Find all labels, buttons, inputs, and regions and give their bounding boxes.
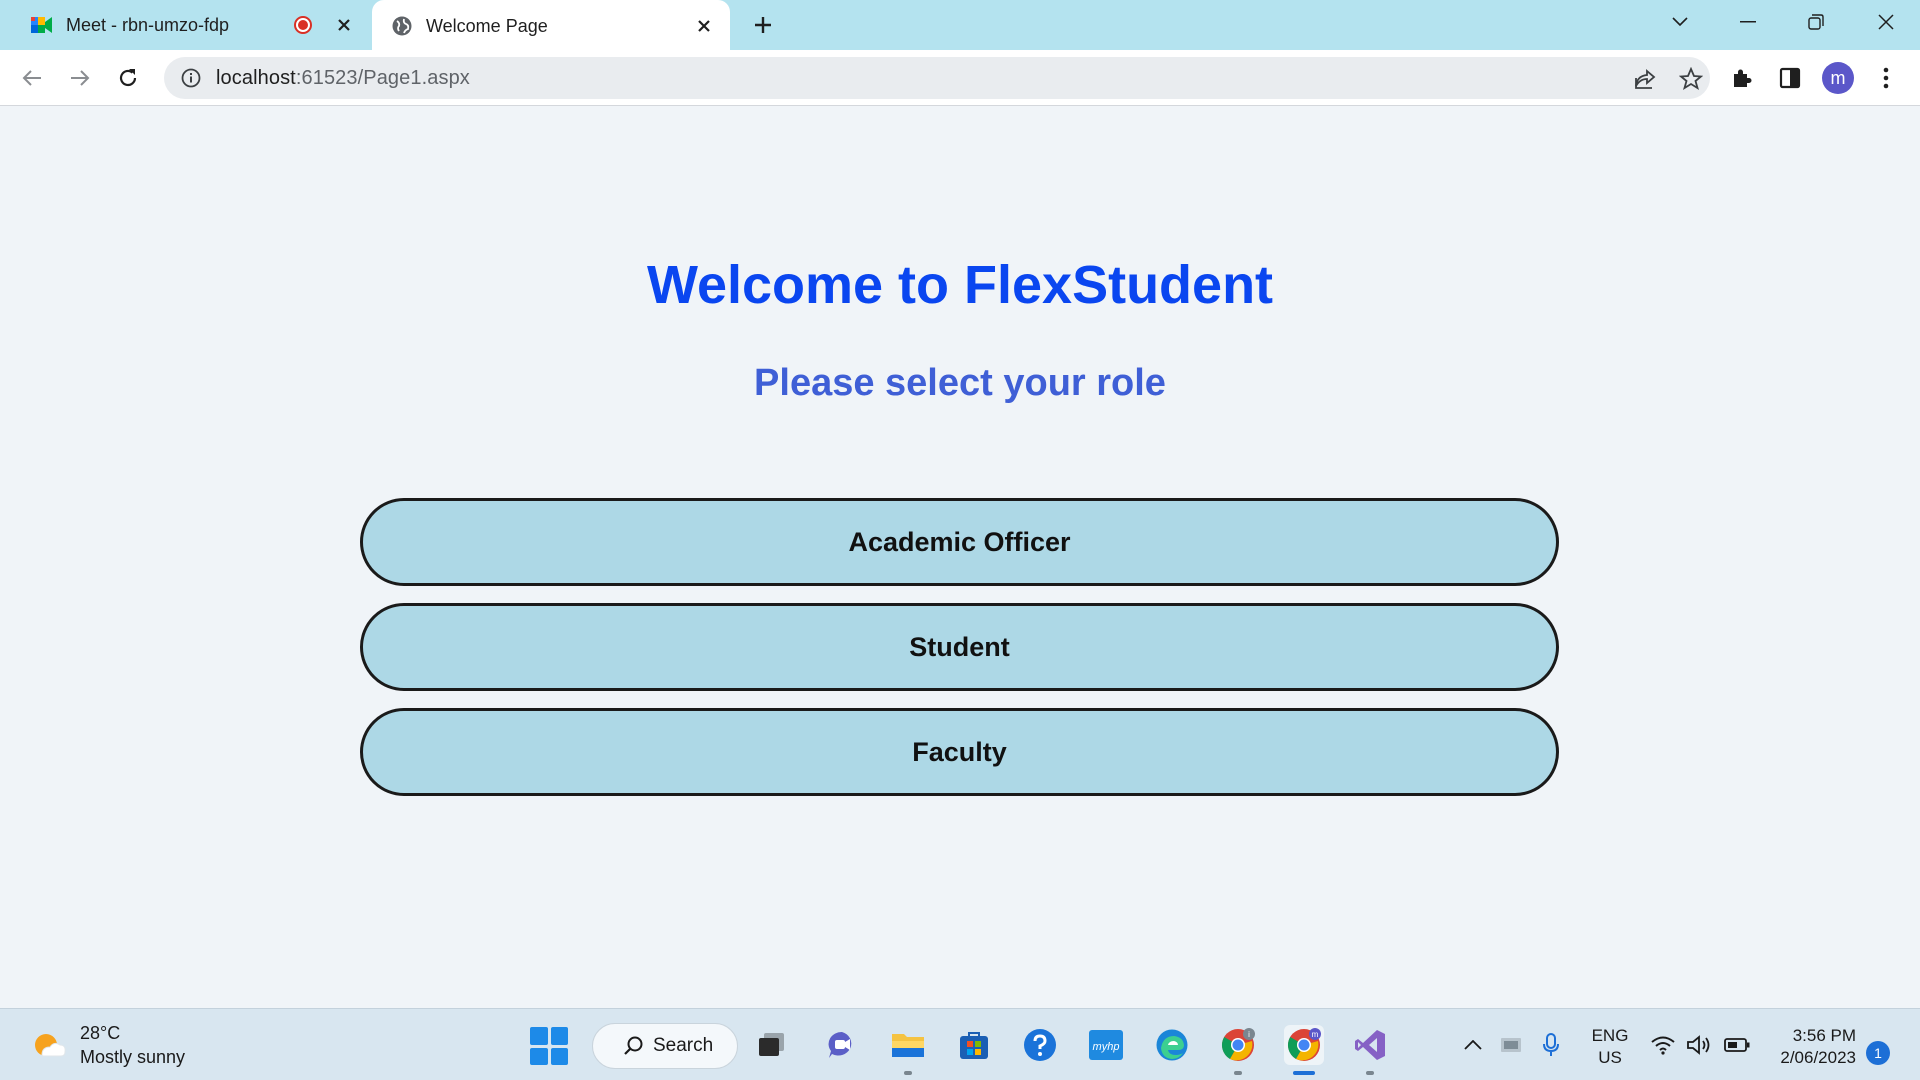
url-path: :61523/Page1.aspx bbox=[295, 66, 470, 89]
page-content: Welcome to FlexStudent Please select you… bbox=[0, 107, 1920, 1008]
myhp-icon[interactable]: myhp bbox=[1086, 1025, 1126, 1065]
clock-time: 3:56 PM bbox=[1792, 1026, 1856, 1045]
faculty-button[interactable]: Faculty bbox=[360, 708, 1559, 796]
taskbar-clock[interactable]: 3:56 PM 2/06/2023 bbox=[1760, 1025, 1856, 1069]
teams-chat-icon[interactable] bbox=[822, 1025, 862, 1065]
battery-icon[interactable] bbox=[1722, 1029, 1752, 1061]
lang-line-2: US bbox=[1598, 1048, 1622, 1067]
new-tab-button[interactable] bbox=[748, 10, 778, 40]
globe-icon bbox=[390, 14, 414, 38]
close-icon[interactable] bbox=[332, 13, 356, 37]
restore-icon[interactable] bbox=[1796, 6, 1836, 38]
tab-welcome-page[interactable]: Welcome Page bbox=[372, 0, 730, 52]
profile-avatar[interactable]: m bbox=[1822, 62, 1854, 94]
running-indicator bbox=[1234, 1071, 1242, 1075]
task-view-icon[interactable] bbox=[752, 1025, 792, 1065]
weather-temperature: 28°C bbox=[80, 1023, 121, 1043]
extensions-puzzle-icon[interactable] bbox=[1726, 62, 1758, 94]
partly-sunny-icon bbox=[35, 1034, 66, 1057]
tab-search-chevron-down-icon[interactable] bbox=[1660, 6, 1700, 38]
recording-icon bbox=[294, 16, 312, 34]
wifi-icon[interactable] bbox=[1648, 1029, 1678, 1061]
running-indicator bbox=[904, 1071, 912, 1075]
page-title: Welcome to FlexStudent bbox=[646, 255, 1274, 315]
share-icon[interactable] bbox=[1632, 66, 1658, 92]
search-label: Search bbox=[653, 1035, 714, 1056]
forward-icon[interactable] bbox=[64, 62, 96, 94]
minimize-icon[interactable] bbox=[1728, 6, 1768, 38]
google-meet-icon bbox=[30, 13, 54, 37]
network-tray-icon[interactable] bbox=[1496, 1029, 1526, 1061]
chrome-profile-icon[interactable]: m bbox=[1284, 1025, 1324, 1075]
side-panel-icon[interactable] bbox=[1774, 62, 1806, 94]
chrome-icon[interactable]: i bbox=[1218, 1025, 1258, 1075]
weather-description: Mostly sunny bbox=[80, 1047, 186, 1067]
running-indicator bbox=[1366, 1071, 1374, 1075]
svg-text:myhp: myhp bbox=[1093, 1041, 1120, 1053]
volume-icon[interactable] bbox=[1684, 1029, 1714, 1061]
tab-title: Meet - rbn-umzo-fdp bbox=[66, 14, 230, 35]
url-host: localhost bbox=[216, 66, 296, 89]
weather-widget[interactable]: 28°C Mostly sunny bbox=[28, 1021, 185, 1069]
avatar: m bbox=[1822, 62, 1854, 94]
back-icon[interactable] bbox=[16, 62, 48, 94]
url-text: localhost:61523/Page1.aspx bbox=[216, 67, 470, 90]
active-indicator bbox=[1293, 1071, 1315, 1075]
windows-start-icon[interactable] bbox=[530, 1027, 568, 1065]
microphone-icon[interactable] bbox=[1536, 1029, 1566, 1061]
tab-title: Welcome Page bbox=[426, 15, 548, 36]
browser-toolbar: localhost:61523/Page1.aspx m bbox=[0, 50, 1920, 106]
site-info-icon[interactable] bbox=[180, 67, 202, 89]
edge-browser-icon[interactable] bbox=[1152, 1025, 1192, 1065]
taskbar: 28°C Mostly sunny Search myhp i m ENG US… bbox=[0, 1008, 1920, 1080]
academic-officer-button[interactable]: Academic Officer bbox=[360, 498, 1559, 586]
search-icon bbox=[624, 1036, 643, 1055]
page-subtitle: Please select your role bbox=[754, 362, 1166, 404]
notification-badge[interactable]: 1 bbox=[1866, 1041, 1890, 1065]
input-language[interactable]: ENG US bbox=[1588, 1025, 1632, 1069]
address-bar[interactable]: localhost:61523/Page1.aspx bbox=[164, 57, 1710, 99]
svg-text:i: i bbox=[1248, 1030, 1250, 1039]
close-icon[interactable] bbox=[692, 14, 716, 38]
clock-date: 2/06/2023 bbox=[1780, 1048, 1856, 1067]
tab-meet[interactable]: Meet - rbn-umzo-fdp bbox=[0, 0, 370, 50]
reload-icon[interactable] bbox=[112, 62, 144, 94]
window-close-icon[interactable] bbox=[1866, 6, 1906, 38]
svg-text:m: m bbox=[1312, 1030, 1319, 1039]
get-help-icon[interactable] bbox=[1020, 1025, 1060, 1065]
taskbar-search-button[interactable]: Search bbox=[592, 1023, 738, 1069]
microsoft-store-icon[interactable] bbox=[954, 1025, 994, 1065]
browser-tabstrip: Meet - rbn-umzo-fdp Welcome Page bbox=[0, 0, 1920, 52]
visual-studio-icon[interactable] bbox=[1350, 1025, 1390, 1075]
bookmark-star-icon[interactable] bbox=[1678, 66, 1704, 92]
file-explorer-icon[interactable] bbox=[888, 1025, 928, 1075]
lang-line-1: ENG bbox=[1591, 1026, 1629, 1045]
more-menu-icon[interactable] bbox=[1870, 62, 1902, 94]
show-hidden-icons-chevron-up-icon[interactable] bbox=[1458, 1029, 1488, 1061]
student-button[interactable]: Student bbox=[360, 603, 1559, 691]
